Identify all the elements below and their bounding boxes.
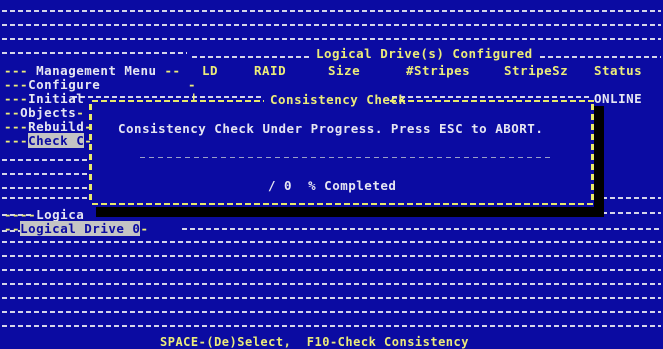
row-divider [392,96,592,98]
menu-item-objects[interactable]: --Objects- [4,106,84,119]
management-menu-title: --- Management Menu -- [4,63,181,78]
status-value: ONLINE [594,91,643,106]
row-divider [2,255,661,257]
panel-top-border [192,56,312,58]
row-divider [2,297,661,299]
row-divider [2,283,661,285]
row-divider [2,24,661,26]
row-divider [2,311,661,313]
menu-item-configure[interactable]: ---Configure [4,78,100,91]
drives-panel-title: Logical Drive(s) Configured [316,46,533,61]
dialog-border [92,203,594,205]
dialog-shadow [96,207,604,217]
row-divider [72,96,262,98]
col-stripesz: StripeSz [504,63,569,78]
dialog-border [390,100,594,102]
dialog-shadow [594,106,604,217]
row-divider [602,212,661,214]
bios-screen: Logical Drive(s) Configured --- Manageme… [0,0,663,349]
row-divider [2,187,92,189]
footer-bar: SPACE-(De)Select, F10-Check Consistency [0,335,663,349]
logical-menu-title: ----Logica [4,207,85,222]
row-divider [2,52,187,54]
dialog-border [92,100,264,102]
menu-item-check-consistency[interactable]: ---Check C- [4,133,92,148]
row-divider [2,159,92,161]
logical-drive-0-item[interactable]: --Logical Drive 0- [4,221,148,236]
dialog-border [89,104,92,203]
dialog-title: Consistency Check [270,92,407,107]
row-divider [2,241,661,243]
col-stripes: #Stripes [406,63,471,78]
col-raid: RAID [254,63,287,78]
row-divider [2,38,661,40]
row-divider [2,173,92,175]
menu-item-rebuild[interactable]: ---Rebuild- [4,120,92,133]
row-divider [2,269,661,271]
menu-title-text: Management Menu [36,63,157,78]
row-divider [2,10,661,12]
col-status: Status [594,63,643,78]
progress-track [140,157,552,158]
dialog-border [591,104,594,203]
col-size: Size [328,63,361,78]
progress-text: / 0 % Completed [268,178,397,193]
menu-marker: - [188,77,197,92]
panel-top-border [540,56,661,58]
menu-item-initialize[interactable]: ---Initial [4,92,84,105]
dialog-message: Consistency Check Under Progress. Press … [118,121,544,136]
col-ld: LD [202,63,219,78]
row-divider [2,325,661,327]
footer-hint: SPACE-(De)Select, F10-Check Consistency [160,335,469,349]
row-divider [182,228,661,230]
